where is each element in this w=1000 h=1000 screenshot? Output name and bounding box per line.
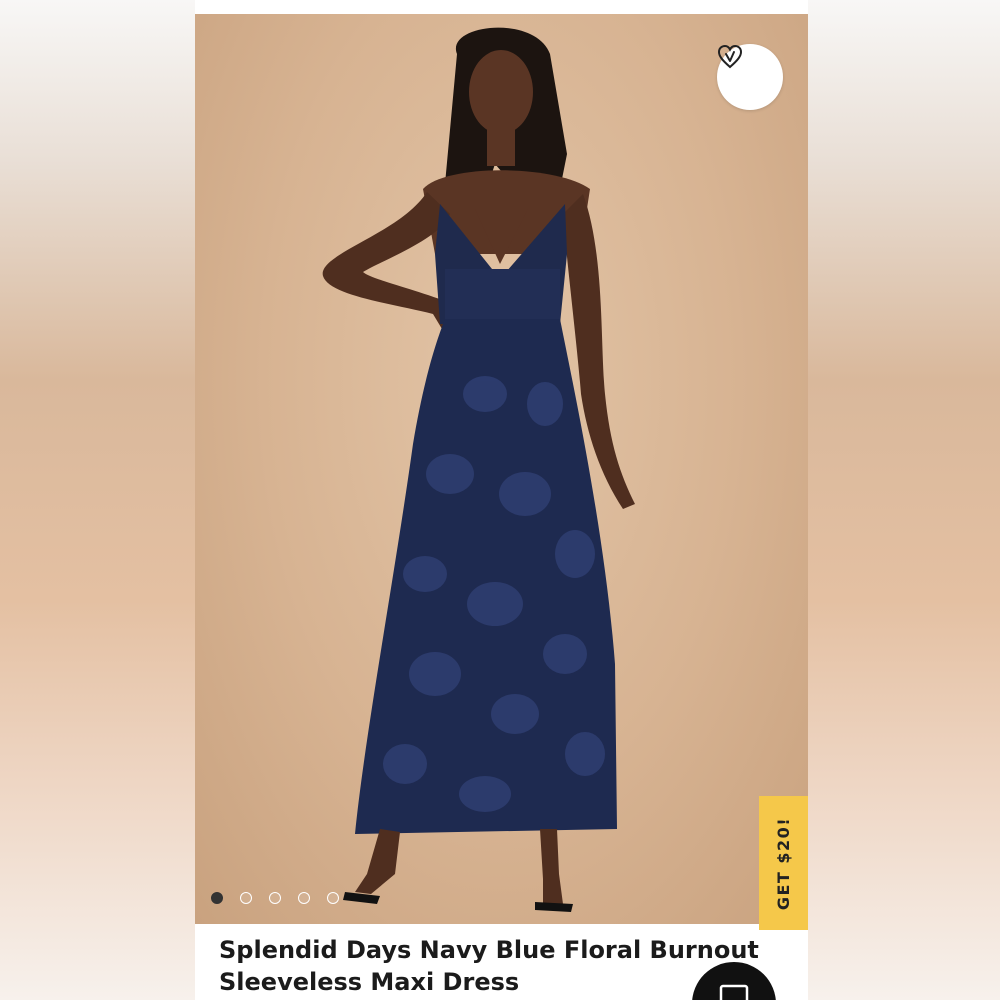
heart-icon [717,44,743,69]
product-image[interactable] [195,14,808,924]
promo-tab[interactable]: GET $20! [759,796,808,930]
carousel-indicator [211,892,339,904]
model-illustration [322,27,635,912]
blurred-backdrop-left [0,0,195,1000]
carousel-dot[interactable] [269,892,281,904]
carousel-dot[interactable] [327,892,339,904]
carousel-dot[interactable] [240,892,252,904]
blurred-backdrop-right [808,0,1000,1000]
favorite-button[interactable] [717,44,783,110]
promo-label: GET $20! [774,816,793,910]
chat-icon [719,984,749,1000]
carousel-dot[interactable] [211,892,223,904]
product-card: GET $20! Splendid Days Navy Blue Floral … [195,0,808,1000]
carousel-dot[interactable] [298,892,310,904]
